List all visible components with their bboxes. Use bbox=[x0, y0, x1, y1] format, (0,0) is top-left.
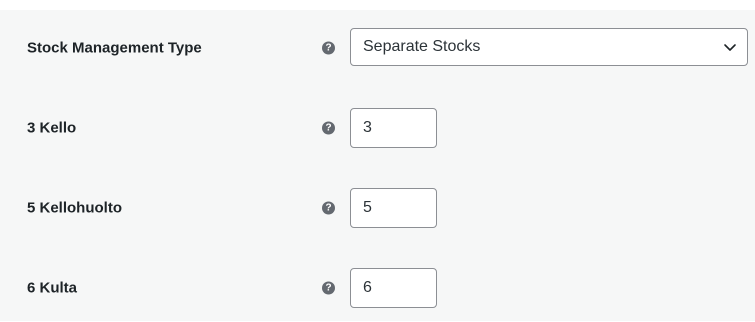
stock-row-label: 6 Kulta bbox=[27, 279, 78, 297]
help-icon[interactable]: ? bbox=[322, 121, 335, 135]
stock-management-select[interactable]: Separate Stocks bbox=[350, 28, 748, 66]
stock-row-label: 5 Kellohuolto bbox=[27, 199, 122, 217]
settings-panel: Stock Management Type ? Separate Stocks … bbox=[0, 10, 755, 321]
stock-row-label: 3 Kello bbox=[27, 119, 77, 137]
stock-management-selected-value: Separate Stocks bbox=[363, 38, 481, 55]
stock-quantity-input[interactable] bbox=[350, 108, 437, 148]
chevron-down-icon bbox=[724, 44, 736, 51]
stock-row-6-kulta: 6 Kulta ? bbox=[0, 268, 755, 308]
stock-row-3-kello: 3 Kello ? bbox=[0, 108, 755, 148]
help-icon[interactable]: ? bbox=[322, 281, 335, 295]
help-icon[interactable]: ? bbox=[322, 41, 335, 55]
stock-management-row: Stock Management Type ? Separate Stocks bbox=[0, 28, 755, 68]
stock-quantity-input[interactable] bbox=[350, 268, 437, 308]
help-icon[interactable]: ? bbox=[322, 201, 335, 215]
stock-quantity-input[interactable] bbox=[350, 188, 437, 228]
stock-management-label: Stock Management Type bbox=[27, 39, 202, 57]
stock-row-5-kellohuolto: 5 Kellohuolto ? bbox=[0, 188, 755, 228]
